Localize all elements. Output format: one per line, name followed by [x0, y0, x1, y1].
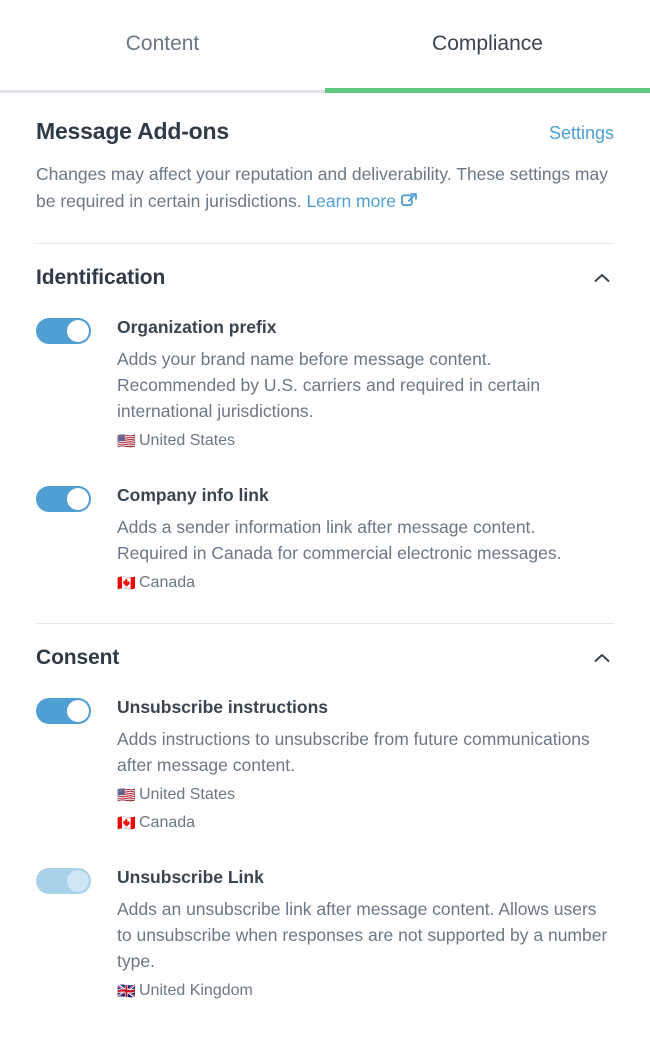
- tab-content[interactable]: Content: [0, 0, 325, 90]
- toggle-knob: [67, 700, 89, 722]
- list-item: Company info link Adds a sender informat…: [36, 455, 614, 597]
- tab-compliance-label: Compliance: [432, 32, 543, 55]
- group-consent: Consent Unsubscribe instructions Adds in…: [36, 624, 614, 1005]
- region-item: 🇨🇦 Canada: [117, 569, 609, 597]
- region-list: 🇺🇸 United States: [117, 427, 609, 455]
- addon-title: Company info link: [117, 485, 269, 505]
- region-label: United States: [139, 786, 236, 803]
- group-identification-header[interactable]: Identification: [36, 244, 614, 298]
- flag-icon-united-states: 🇺🇸: [117, 786, 136, 804]
- group-consent-title: Consent: [36, 646, 120, 669]
- addon-details: Company info link Adds a sender informat…: [117, 483, 609, 597]
- flag-icon-united-kingdom: 🇬🇧: [117, 982, 136, 1000]
- region-label: Canada: [139, 814, 196, 831]
- region-item: 🇨🇦 Canada: [117, 809, 609, 837]
- learn-more-label: Learn more: [306, 191, 396, 211]
- addon-details: Organization prefix Adds your brand name…: [117, 315, 609, 455]
- region-item: 🇬🇧 United Kingdom: [117, 977, 609, 1005]
- region-list: 🇺🇸 United States 🇨🇦 Canada: [117, 781, 609, 837]
- flag-icon-united-states: 🇺🇸: [117, 432, 136, 450]
- region-list: 🇬🇧 United Kingdom: [117, 977, 609, 1005]
- page-title: Message Add-ons: [36, 118, 229, 144]
- chevron-up-icon[interactable]: [590, 646, 614, 670]
- group-identification-title: Identification: [36, 266, 166, 289]
- tab-bar: Content Compliance: [0, 0, 650, 93]
- group-identification: Identification Organization prefix Adds …: [36, 244, 614, 597]
- addon-title: Unsubscribe instructions: [117, 697, 329, 717]
- list-item: Unsubscribe instructions Adds instructio…: [36, 678, 614, 837]
- region-list: 🇨🇦 Canada: [117, 569, 609, 597]
- panel-description: Changes may affect your reputation and d…: [36, 161, 614, 217]
- toggle-company-info-link[interactable]: [36, 486, 91, 512]
- toggle-unsubscribe-instructions[interactable]: [36, 698, 91, 724]
- region-item: 🇺🇸 United States: [117, 427, 609, 455]
- addon-details: Unsubscribe Link Adds an unsubscribe lin…: [117, 865, 609, 1005]
- toggle-organization-prefix[interactable]: [36, 318, 91, 344]
- toggle-knob: [67, 488, 89, 510]
- list-item: Organization prefix Adds your brand name…: [36, 298, 614, 455]
- settings-link[interactable]: Settings: [549, 123, 614, 144]
- list-item: Unsubscribe Link Adds an unsubscribe lin…: [36, 837, 614, 1005]
- toggle-unsubscribe-link[interactable]: [36, 868, 91, 894]
- tab-content-label: Content: [125, 32, 200, 55]
- flag-icon-canada: 🇨🇦: [117, 814, 136, 832]
- region-label: Canada: [139, 574, 196, 591]
- toggle-knob: [67, 870, 89, 892]
- external-link-icon: [400, 190, 418, 217]
- region-item: 🇺🇸 United States: [117, 781, 609, 809]
- region-label: United Kingdom: [139, 982, 253, 999]
- addon-description: Adds a sender information link after mes…: [117, 517, 562, 563]
- compliance-panel: Content Compliance Message Add-ons Setti…: [0, 0, 650, 1056]
- flag-icon-canada: 🇨🇦: [117, 574, 136, 592]
- toggle-knob: [67, 320, 89, 342]
- addon-title: Organization prefix: [117, 317, 277, 337]
- panel-header: Message Add-ons Settings: [36, 93, 614, 145]
- addon-description: Adds an unsubscribe link after message c…: [117, 899, 608, 971]
- addon-description: Adds your brand name before message cont…: [117, 349, 541, 421]
- group-consent-header[interactable]: Consent: [36, 624, 614, 678]
- addon-details: Unsubscribe instructions Adds instructio…: [117, 695, 609, 837]
- chevron-up-icon[interactable]: [590, 266, 614, 290]
- region-label: United States: [139, 432, 236, 449]
- panel-body: Message Add-ons Settings Changes may aff…: [0, 93, 650, 1005]
- learn-more-link[interactable]: Learn more: [306, 191, 418, 211]
- tab-compliance[interactable]: Compliance: [325, 0, 650, 93]
- addon-description: Adds instructions to unsubscribe from fu…: [117, 729, 590, 775]
- addon-title: Unsubscribe Link: [117, 867, 264, 887]
